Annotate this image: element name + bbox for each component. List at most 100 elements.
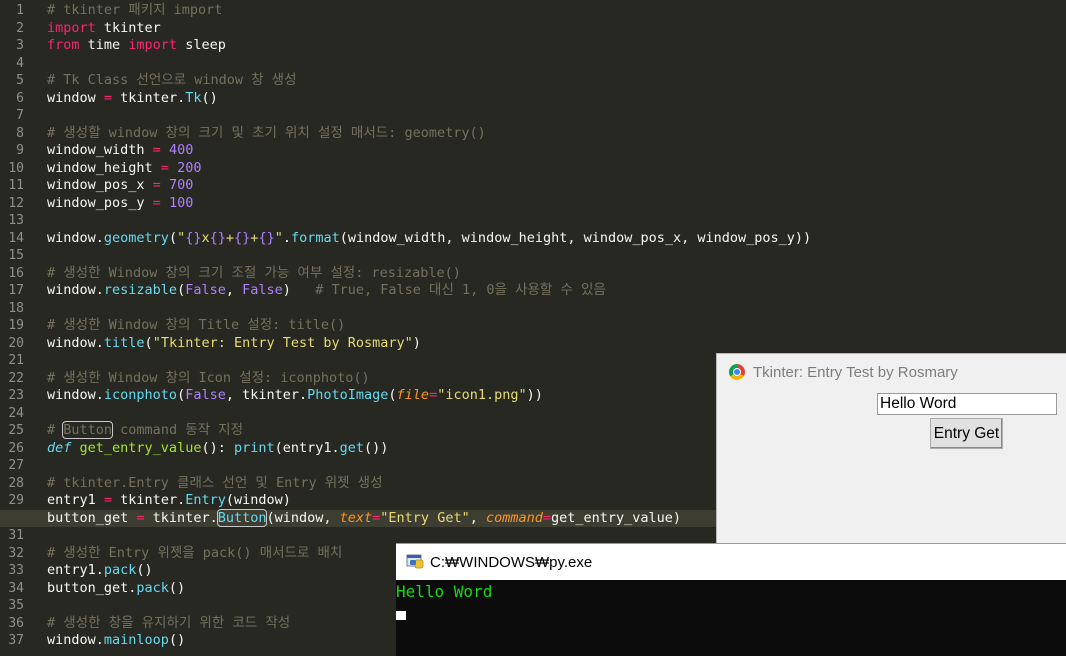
code-token: command [485,509,543,526]
code-line[interactable]: # 생성한 Window 창의 크기 조절 가능 여부 설정: resizabl… [47,265,461,283]
code-token: False [185,282,226,298]
code-line[interactable]: window_height = 200 [47,160,201,178]
code-token: pack [103,562,137,578]
code-token: 200 [177,159,202,176]
code-line[interactable]: entry1.pack() [47,562,153,580]
code-line[interactable]: window.title("Tkinter: Entry Test by Ros… [47,335,421,353]
code-token: () [168,579,186,596]
line-number: 10 [8,160,24,176]
code-line[interactable]: window_pos_x = 700 [47,177,193,195]
code-line[interactable]: window.geometry("{}x{}+{}+{}".format(win… [47,230,811,248]
code-token: tkinter. [112,492,186,508]
console-titlebar[interactable]: C:₩WINDOWS₩py.exe [396,543,1066,580]
line-number: 23 [8,388,24,403]
code-line[interactable]: # 생성한 Window 창의 Title 설정: title() [47,317,345,335]
line-number: 14 [8,230,24,246]
code-token: = [103,492,113,508]
code-line[interactable]: def get_entry_value(): print(entry1.get(… [47,440,388,458]
code-line[interactable]: # Button command 동작 지정 [47,421,244,440]
code-token: entry1. [47,562,104,578]
tkinter-window[interactable]: Tkinter: Entry Test by Rosmary - Entry G… [716,353,1066,544]
code-token: window. [47,282,104,298]
console-cursor [396,611,406,620]
code-line[interactable]: button_get.pack() [47,580,185,598]
code-token: title [103,334,145,351]
code-token: from [47,37,80,53]
line-number: 13 [8,213,24,228]
code-token: mainloop [103,632,169,648]
code-line[interactable]: entry1 = tkinter.Entry(window) [47,492,291,510]
code-line[interactable]: window.iconphoto(False, tkinter.PhotoIma… [47,387,543,405]
python-console-icon [406,554,424,569]
code-token: window_height [47,159,161,176]
code-token: command 동작 지정 [112,422,244,438]
code-token: window. [47,387,104,403]
code-line[interactable]: window_pos_y = 100 [47,195,193,213]
code-token: . [282,229,291,246]
line-number: 4 [16,55,24,71]
code-token: import [128,37,178,53]
line-number: 8 [16,125,24,141]
code-token: , [469,509,486,526]
line-number: 15 [8,248,24,263]
code-token: (): [201,439,234,456]
console-output: Hello Word [396,582,493,601]
code-token: False [242,282,283,298]
code-token: " [274,229,283,246]
line-number: 22 [8,370,24,386]
code-token: Tk [185,89,202,106]
line-number: 21 [8,353,24,368]
line-number: 36 [8,615,24,631]
code-token: # tkinter.Entry 클래스 선언 및 Entry 위젯 생성 [47,474,383,491]
code-line[interactable]: from time import sleep [47,37,226,55]
code-token: window_pos_x [47,177,153,193]
code-token: text [339,509,373,526]
code-token: # 생성한 Window 창의 Icon 설정: iconphoto() [47,369,370,386]
entry-get-button[interactable]: Entry Get [930,418,1003,449]
code-line[interactable]: import tkinter [47,20,161,38]
line-number: 33 [8,563,24,578]
code-line[interactable]: # 생성한 Entry 위젯을 pack() 매서드로 배치 [47,545,342,563]
line-number: 25 [8,423,24,438]
code-line[interactable]: # Tk Class 선언으로 window 창 생성 [47,72,297,90]
code-line[interactable]: # tkinter.Entry 클래스 선언 및 Entry 위젯 생성 [47,475,383,493]
code-line[interactable]: window.mainloop() [47,632,185,650]
code-line[interactable]: window = tkinter.Tk() [47,90,218,108]
code-line[interactable]: # 생성할 window 창의 크기 및 초기 위치 설정 매서드: geome… [47,125,486,143]
chrome-icon [729,364,745,380]
line-number: 12 [8,195,24,211]
code-token: window. [47,334,104,351]
code-line[interactable]: # 생성한 창을 유지하기 위한 코드 작성 [47,615,290,633]
code-token: print [233,439,275,456]
code-token: Entry [185,492,226,508]
console-window[interactable]: C:₩WINDOWS₩py.exe Hello Word [396,543,1066,656]
code-token: # True, False 대신 1, 0을 사용할 수 있음 [315,282,606,298]
line-number: 28 [8,475,24,491]
code-token: file [396,387,430,403]
entry-field[interactable] [877,393,1057,415]
code-token: " [177,229,186,246]
code-token: window_width [47,142,153,158]
code-token: time [79,37,129,53]
code-token: # 생성한 창을 유지하기 위한 코드 작성 [47,614,291,631]
code-token: tkinter. [144,509,218,526]
code-line[interactable]: window.resizable(False, False) # True, F… [47,282,606,300]
line-number: 3 [16,38,24,53]
code-token: {} [234,229,251,246]
line-number: 27 [8,458,24,473]
code-line[interactable]: window_width = 400 [47,142,193,160]
code-line[interactable]: # tkinter 패키지 import [47,2,222,20]
line-number: 11 [8,178,24,193]
code-token: ) [412,334,421,351]
code-line[interactable]: # 생성한 Window 창의 Icon 설정: iconphoto() [47,370,370,388]
code-token: button_get [47,509,137,526]
code-token: get [339,439,365,456]
code-line[interactable]: button_get = tkinter.Button(window, text… [47,508,681,528]
line-number: 20 [8,335,24,351]
code-token: "Tkinter: Entry Test by Rosmary" [152,334,413,351]
